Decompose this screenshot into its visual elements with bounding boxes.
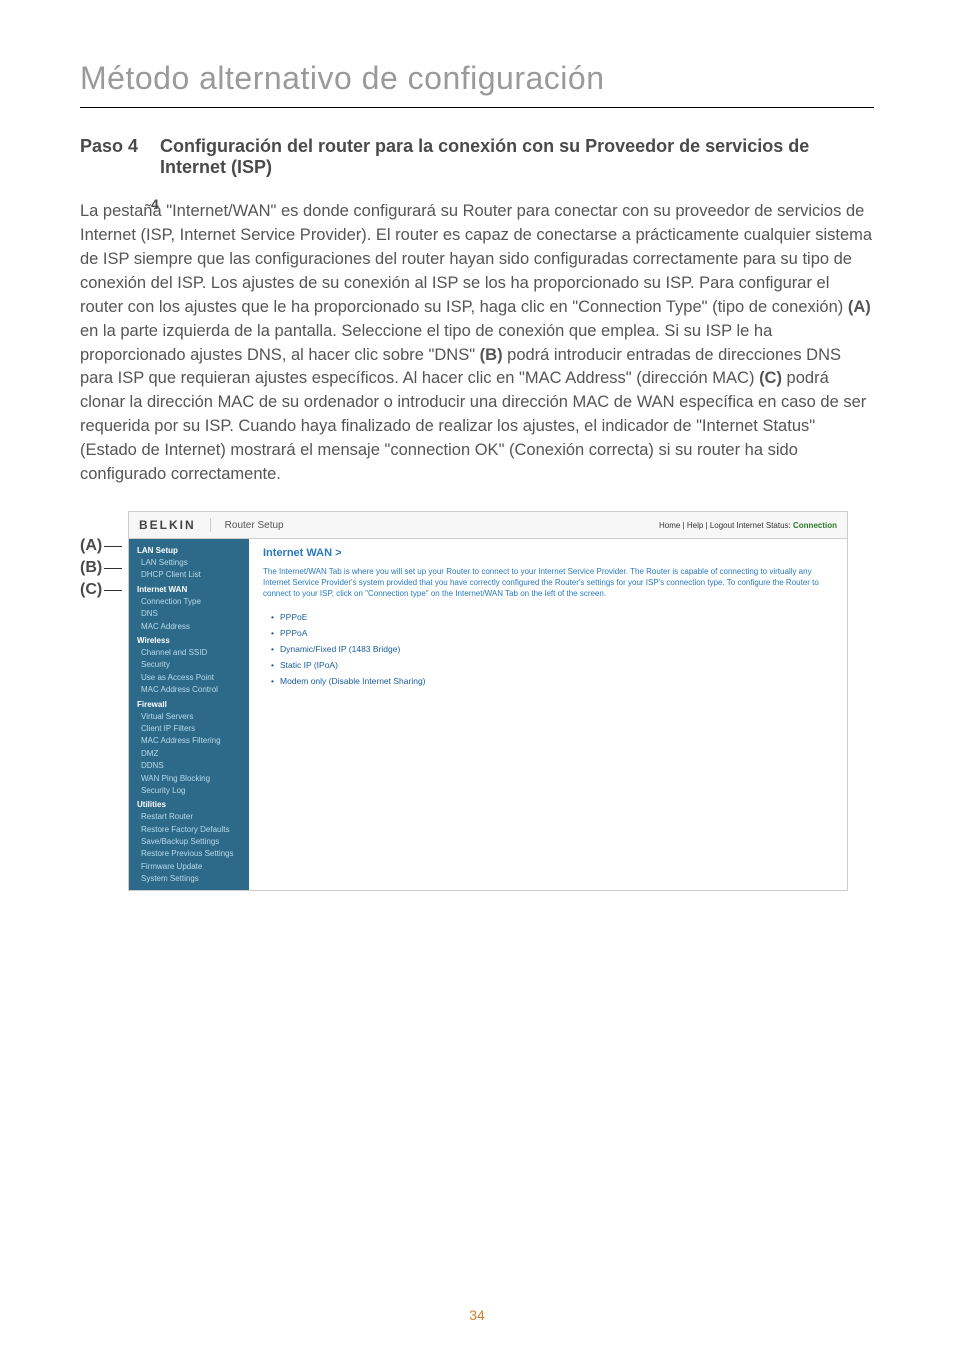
sidebar-item-connection-type[interactable]: Connection Type bbox=[129, 596, 249, 608]
sidebar-item[interactable]: LAN Settings bbox=[129, 557, 249, 569]
step-label: Paso 4 bbox=[80, 136, 160, 178]
sidebar-item[interactable]: MAC Address Filtering bbox=[129, 735, 249, 747]
header-links-text: Home | Help | Logout Internet Status: bbox=[659, 521, 793, 530]
router-screenshot: (A) (B) (C) BELKIN Router Setup Home | H… bbox=[80, 511, 874, 891]
connection-type-list: PPPoE PPPoA Dynamic/Fixed IP (1483 Bridg… bbox=[263, 609, 833, 689]
callout-line bbox=[104, 546, 122, 547]
sidebar-item[interactable]: MAC Address Control bbox=[129, 684, 249, 696]
connection-option[interactable]: Modem only (Disable Internet Sharing) bbox=[271, 673, 833, 689]
page-number: 34 bbox=[0, 1307, 954, 1323]
sidebar-item[interactable]: DDNS bbox=[129, 760, 249, 772]
connection-option[interactable]: Static IP (IPoA) bbox=[271, 657, 833, 673]
header-links[interactable]: Home | Help | Logout Internet Status: Co… bbox=[659, 521, 837, 530]
sidebar-item[interactable]: WAN Ping Blocking bbox=[129, 773, 249, 785]
connection-option[interactable]: Dynamic/Fixed IP (1483 Bridge) bbox=[271, 641, 833, 657]
step-heading: Paso 4 Configuración del router para la … bbox=[80, 136, 874, 178]
router-sidebar: LAN Setup LAN Settings DHCP Client List … bbox=[129, 539, 249, 890]
sidebar-section-lan: LAN Setup bbox=[129, 543, 249, 557]
sidebar-item[interactable]: Save/Backup Settings bbox=[129, 836, 249, 848]
sidebar-item[interactable]: System Settings bbox=[129, 873, 249, 885]
connection-option[interactable]: PPPoA bbox=[271, 625, 833, 641]
router-setup-label: Router Setup bbox=[225, 520, 284, 531]
sidebar-item[interactable]: Firmware Update bbox=[129, 861, 249, 873]
callout-a-inline: (A) bbox=[848, 298, 871, 316]
body-paragraph: 4 La pestaña "Internet/WAN" es donde con… bbox=[80, 200, 874, 487]
router-ui: BELKIN Router Setup Home | Help | Logout… bbox=[128, 511, 848, 891]
sidebar-item[interactable]: Security Log bbox=[129, 785, 249, 797]
sidebar-item[interactable]: DMZ bbox=[129, 748, 249, 760]
sidebar-item-mac-address[interactable]: MAC Address bbox=[129, 621, 249, 633]
callout-b: (B) bbox=[80, 559, 102, 577]
divider bbox=[80, 107, 874, 108]
sidebar-section-utilities: Utilities bbox=[129, 797, 249, 811]
belkin-logo: BELKIN bbox=[139, 518, 211, 532]
sidebar-item[interactable]: Use as Access Point bbox=[129, 672, 249, 684]
callout-c-inline: (C) bbox=[759, 369, 782, 387]
sidebar-item[interactable]: Virtual Servers bbox=[129, 711, 249, 723]
sidebar-item[interactable]: DHCP Client List bbox=[129, 569, 249, 581]
callout-b-inline: (B) bbox=[480, 346, 503, 364]
internet-status-value: Connection bbox=[793, 521, 837, 530]
router-body: LAN Setup LAN Settings DHCP Client List … bbox=[129, 539, 847, 890]
panel-heading: Internet WAN > bbox=[263, 547, 833, 559]
sidebar-item[interactable]: Restore Factory Defaults bbox=[129, 824, 249, 836]
sidebar-item[interactable]: Client IP Filters bbox=[129, 723, 249, 735]
connection-option[interactable]: PPPoE bbox=[271, 609, 833, 625]
sidebar-item[interactable]: Security bbox=[129, 659, 249, 671]
callout-line bbox=[104, 590, 122, 591]
sidebar-section-firewall: Firewall bbox=[129, 697, 249, 711]
sidebar-item[interactable]: Restore Previous Settings bbox=[129, 848, 249, 860]
sidebar-section-internet-wan: Internet WAN bbox=[129, 582, 249, 596]
sidebar-section-wireless: Wireless bbox=[129, 633, 249, 647]
callout-labels: (A) (B) (C) bbox=[80, 537, 122, 603]
sidebar-item[interactable]: Channel and SSID bbox=[129, 647, 249, 659]
router-main-panel: Internet WAN > The Internet/WAN Tab is w… bbox=[249, 539, 847, 890]
router-header: BELKIN Router Setup Home | Help | Logout… bbox=[129, 512, 847, 539]
body-seg-1: La pestaña "Internet/WAN" es donde confi… bbox=[80, 202, 872, 316]
floating-marker: 4 bbox=[151, 194, 159, 214]
callout-a: (A) bbox=[80, 537, 102, 555]
callout-c: (C) bbox=[80, 581, 102, 599]
sidebar-item[interactable]: Restart Router bbox=[129, 811, 249, 823]
step-title: Configuración del router para la conexió… bbox=[160, 136, 874, 178]
chapter-title: Método alternativo de configuración bbox=[80, 60, 874, 97]
sidebar-item-dns[interactable]: DNS bbox=[129, 608, 249, 620]
panel-text: The Internet/WAN Tab is where you will s… bbox=[263, 567, 833, 599]
callout-line bbox=[104, 568, 122, 569]
